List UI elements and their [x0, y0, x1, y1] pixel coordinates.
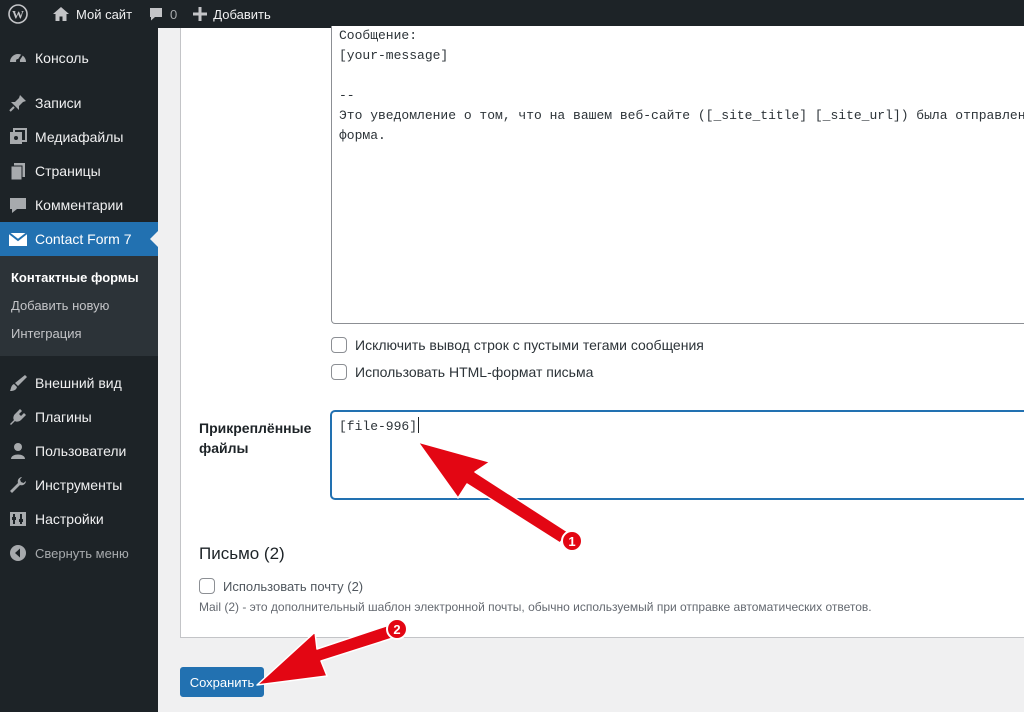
step-badge-1: 1: [561, 530, 583, 552]
add-new-label: Добавить: [213, 6, 271, 22]
comments-count: 0: [170, 6, 178, 22]
admin-sidebar: Консоль Записи Медиафайлы Страницы Комме…: [0, 28, 158, 712]
message-body-textarea[interactable]: Сообщение: [your-message] -- Это уведомл…: [331, 26, 1024, 324]
submenu-item-contact-forms[interactable]: Контактные формы: [0, 263, 158, 291]
body-line: [339, 66, 1023, 86]
media-icon: [8, 127, 28, 147]
collapse-menu-button[interactable]: Свернуть меню: [0, 536, 158, 570]
menu-label: Внешний вид: [35, 375, 122, 391]
menu-item-settings[interactable]: Настройки: [0, 502, 158, 536]
html-format-checkbox[interactable]: [331, 364, 347, 380]
wordpress-logo-icon[interactable]: W: [0, 0, 44, 28]
body-line: форма.: [339, 128, 386, 143]
collapse-label: Свернуть меню: [35, 545, 129, 561]
comment-icon: [8, 195, 28, 215]
body-line: --: [339, 88, 355, 103]
add-new-link[interactable]: Добавить: [185, 0, 278, 28]
attachments-label: Прикреплённые файлы: [199, 420, 312, 456]
menu-label: Пользователи: [35, 443, 127, 459]
use-mail2-option[interactable]: Использовать почту (2): [199, 578, 363, 594]
dashboard-icon: [8, 48, 28, 68]
comment-icon: [150, 8, 163, 21]
settings-icon: [8, 509, 28, 529]
body-line: Это уведомление о том, что на вашем веб-…: [339, 108, 1024, 123]
plugin-icon: [8, 407, 28, 427]
plus-icon: [193, 7, 208, 21]
menu-item-users[interactable]: Пользователи: [0, 434, 158, 468]
menu-item-tools[interactable]: Инструменты: [0, 468, 158, 502]
menu-item-posts[interactable]: Записи: [0, 86, 158, 120]
submenu-item-add-new[interactable]: Добавить новую: [0, 291, 158, 319]
menu-item-plugins[interactable]: Плагины: [0, 400, 158, 434]
mail2-section-title: Письмо (2): [199, 544, 285, 563]
site-name-link[interactable]: Мой сайт: [44, 0, 140, 28]
site-name: Мой сайт: [76, 6, 133, 22]
home-icon: [53, 7, 69, 21]
use-mail2-label: Использовать почту (2): [223, 578, 364, 594]
text-caret: [418, 417, 420, 433]
mail2-description: Mail (2) - это дополнительный шаблон эле…: [199, 600, 872, 614]
exclude-blank-label: Исключить вывод строк с пустыми тегами с…: [355, 337, 704, 353]
menu-label: Записи: [35, 95, 82, 111]
menu-item-pages[interactable]: Страницы: [0, 154, 158, 188]
menu-label: Настройки: [35, 511, 104, 527]
menu-label: Медиафайлы: [35, 129, 124, 145]
menu-item-contact-form-7[interactable]: Contact Form 7: [0, 222, 158, 256]
menu-item-appearance[interactable]: Внешний вид: [0, 366, 158, 400]
wrench-icon: [8, 475, 28, 495]
attachments-value: [file-996]: [339, 419, 418, 434]
save-button[interactable]: Сохранить: [180, 667, 264, 697]
step-badge-2: 2: [386, 618, 408, 640]
menu-item-media[interactable]: Медиафайлы: [0, 120, 158, 154]
pages-icon: [8, 161, 28, 181]
exclude-blank-option[interactable]: Исключить вывод строк с пустыми тегами с…: [331, 337, 704, 353]
mail-icon: [8, 229, 28, 249]
collapse-icon: [8, 543, 28, 563]
admin-bar: W Мой сайт 0 Добавить: [0, 0, 1024, 28]
menu-label: Плагины: [35, 409, 92, 425]
attachments-textarea[interactable]: [file-996]: [331, 411, 1024, 499]
submenu-item-integration[interactable]: Интеграция: [0, 319, 158, 347]
contact-form-submenu: Контактные формы Добавить новую Интеграц…: [0, 256, 158, 356]
menu-label: Contact Form 7: [35, 231, 132, 247]
html-format-label: Использовать HTML-формат письма: [355, 364, 594, 380]
user-icon: [8, 441, 28, 461]
menu-label: Инструменты: [35, 477, 123, 493]
menu-label: Комментарии: [35, 197, 124, 213]
svg-text:W: W: [12, 8, 24, 22]
body-line: Сообщение:: [339, 28, 418, 43]
mail-settings-panel: Сообщение: [your-message] -- Это уведомл…: [180, 26, 1024, 638]
comments-link[interactable]: 0: [140, 0, 185, 28]
html-format-option[interactable]: Использовать HTML-формат письма: [331, 364, 593, 380]
brush-icon: [8, 373, 28, 393]
exclude-blank-checkbox[interactable]: [331, 337, 347, 353]
menu-item-comments[interactable]: Комментарии: [0, 188, 158, 222]
menu-item-dashboard[interactable]: Консоль: [0, 41, 158, 75]
body-line: [your-message]: [339, 48, 449, 63]
menu-label: Консоль: [35, 50, 89, 66]
pin-icon: [8, 93, 28, 113]
menu-label: Страницы: [35, 163, 101, 179]
use-mail2-checkbox[interactable]: [199, 578, 215, 594]
